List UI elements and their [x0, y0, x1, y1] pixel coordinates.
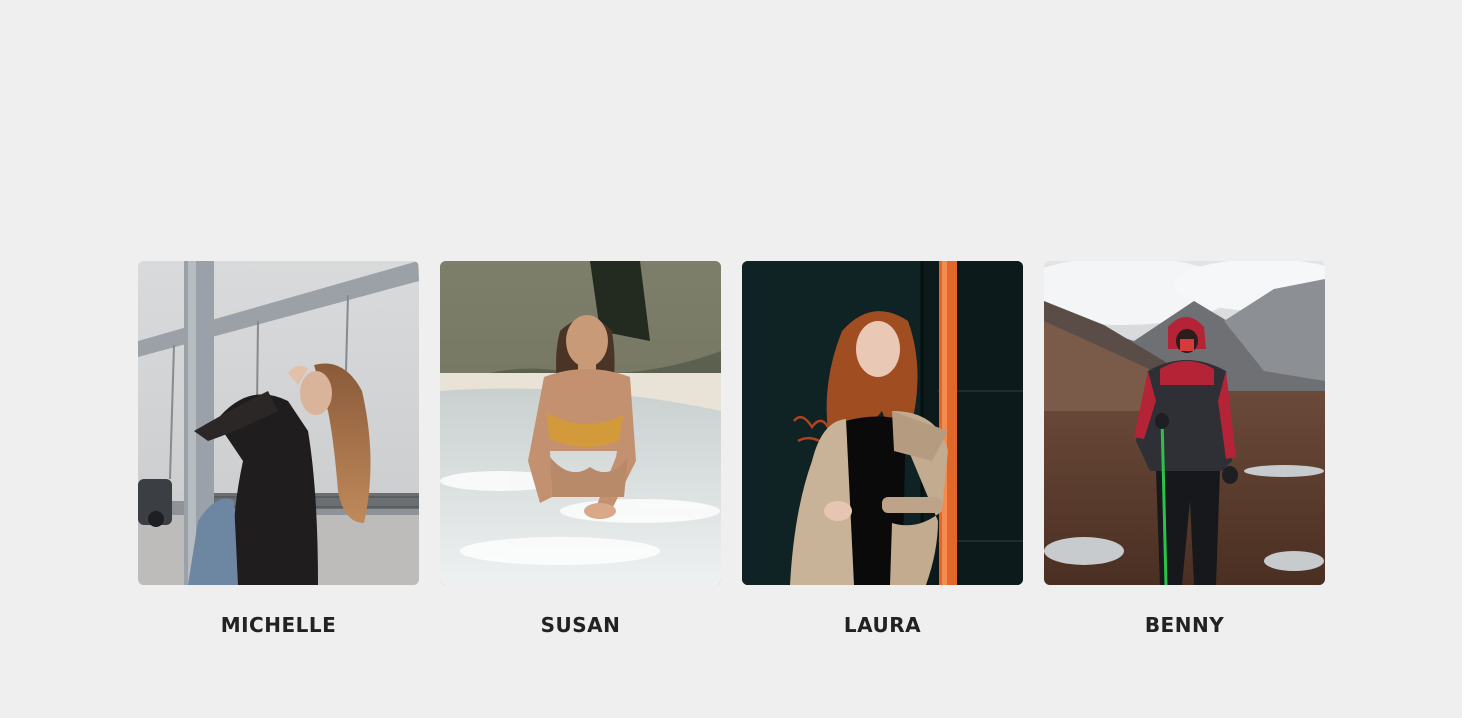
- team-member-name: BENNY: [1144, 613, 1225, 637]
- team-member-card[interactable]: MICHELLE: [138, 261, 419, 637]
- hiker-in-mountains-photo[interactable]: [1044, 261, 1325, 585]
- team-member-name: LAURA: [843, 613, 922, 637]
- woman-on-bridge-photo[interactable]: [138, 261, 419, 585]
- woman-in-trench-coat-photo[interactable]: [742, 261, 1023, 585]
- woman-on-beach-photo[interactable]: [440, 261, 721, 585]
- team-gallery: MICHELLE SUSAN LAURA BENNY: [138, 261, 1325, 637]
- team-member-card[interactable]: SUSAN: [440, 261, 721, 637]
- team-member-card[interactable]: BENNY: [1044, 261, 1325, 637]
- team-member-name: MICHELLE: [220, 613, 337, 637]
- team-member-card[interactable]: LAURA: [742, 261, 1023, 637]
- team-member-name: SUSAN: [540, 613, 621, 637]
